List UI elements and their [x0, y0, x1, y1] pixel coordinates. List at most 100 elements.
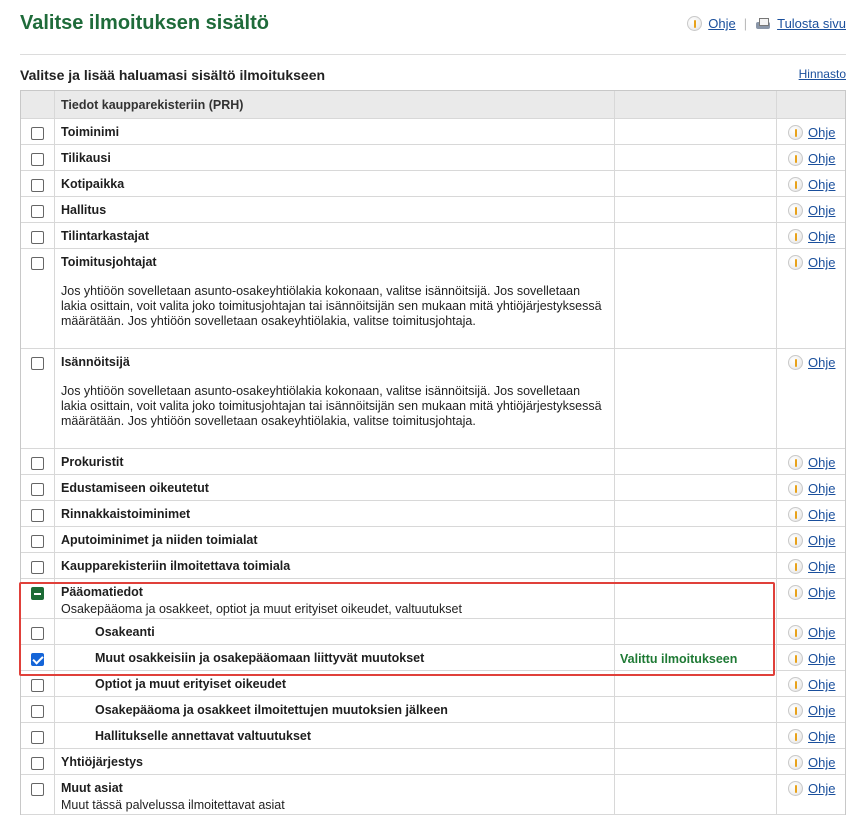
checkbox-cell — [21, 775, 55, 814]
help-link[interactable]: Ohje — [808, 255, 835, 270]
status-cell — [615, 475, 777, 500]
content-checkbox[interactable] — [31, 731, 44, 744]
info-icon — [788, 455, 803, 470]
table-row: Rinnakkaistoiminimet Ohje — [21, 501, 845, 527]
item-label: Rinnakkaistoiminimet — [61, 507, 191, 521]
printer-icon — [755, 17, 771, 31]
print-page-link[interactable]: Tulosta sivu — [777, 16, 846, 31]
help-cell: Ohje — [777, 579, 845, 618]
content-checkbox[interactable] — [31, 783, 44, 796]
help-link[interactable]: Ohje — [808, 559, 835, 574]
help-cell: Ohje — [777, 697, 845, 722]
help-link[interactable]: Ohje — [808, 533, 835, 548]
item-description: Jos yhtiöön sovelletaan asunto-osakeyhti… — [61, 284, 602, 328]
item-description: Osakepääoma ja osakkeet, optiot ja muut … — [61, 602, 462, 616]
help-link[interactable]: Ohje — [808, 177, 835, 192]
item-cell: Hallitus — [55, 197, 615, 222]
help-cell: Ohje — [777, 775, 845, 814]
item-cell: Kaupparekisteriin ilmoitettava toimiala — [55, 553, 615, 578]
item-label: Toimitusjohtajat — [61, 255, 157, 269]
info-icon — [788, 229, 803, 244]
help-link[interactable]: Ohje — [808, 729, 835, 744]
item-cell: Toiminimi — [55, 119, 615, 144]
content-checkbox[interactable] — [31, 561, 44, 574]
table-row: Hallitukselle annettavat valtuutukset Ohj… — [21, 723, 845, 749]
info-icon — [788, 729, 803, 744]
content-checkbox[interactable] — [31, 679, 44, 692]
checkbox-cell — [21, 619, 55, 644]
status-cell: Valittu ilmoitukseen — [615, 645, 777, 670]
status-cell — [615, 249, 777, 348]
status-cell — [615, 619, 777, 644]
header-help-link[interactable]: Ohje — [708, 16, 735, 31]
status-cell — [615, 527, 777, 552]
content-checkbox[interactable] — [31, 653, 44, 666]
content-checkbox[interactable] — [31, 205, 44, 218]
content-checkbox[interactable] — [31, 705, 44, 718]
table-row: Osakeanti Ohje — [21, 619, 845, 645]
item-cell: Pääomatiedot Osakepääoma ja osakkeet, opt… — [55, 579, 615, 618]
table-row: Isännöitsijä Jos yhtiöön sovelletaan asun… — [21, 349, 845, 449]
content-checkbox[interactable] — [31, 231, 44, 244]
checkbox-cell — [21, 145, 55, 170]
content-checkbox[interactable] — [31, 179, 44, 192]
item-cell: Optiot ja muut erityiset oikeudet — [55, 671, 615, 696]
help-link[interactable]: Ohje — [808, 703, 835, 718]
help-link[interactable]: Ohje — [808, 781, 835, 796]
help-link[interactable]: Ohje — [808, 507, 835, 522]
help-cell: Ohje — [777, 553, 845, 578]
content-checkbox[interactable] — [31, 535, 44, 548]
pricing-link[interactable]: Hinnasto — [799, 67, 846, 81]
item-label: Yhtiöjärjestys — [61, 755, 143, 769]
help-cell: Ohje — [777, 619, 845, 644]
header-print: Tulosta sivu — [755, 16, 846, 31]
content-checkbox[interactable] — [31, 357, 44, 370]
content-checkbox[interactable] — [31, 587, 44, 600]
section-title: Valitse ja lisää haluamasi sisältö ilmoi… — [20, 67, 326, 83]
checkbox-cell — [21, 501, 55, 526]
help-link[interactable]: Ohje — [808, 455, 835, 470]
help-link[interactable]: Ohje — [808, 677, 835, 692]
help-link[interactable]: Ohje — [808, 755, 835, 770]
content-checkbox[interactable] — [31, 257, 44, 270]
help-link[interactable]: Ohje — [808, 151, 835, 166]
checkbox-cell — [21, 579, 55, 618]
checkbox-cell — [21, 449, 55, 474]
page-header: Valitse ilmoituksen sisältö Ohje | Tulos… — [20, 12, 846, 42]
content-checkbox[interactable] — [31, 483, 44, 496]
item-label: Toiminimi — [61, 125, 120, 139]
checkbox-cell — [21, 723, 55, 748]
item-cell: Tilintarkastajat — [55, 223, 615, 248]
info-icon — [788, 703, 803, 718]
status-cell — [615, 697, 777, 722]
content-checkbox[interactable] — [31, 509, 44, 522]
help-link[interactable]: Ohje — [808, 481, 835, 496]
help-link[interactable]: Ohje — [808, 355, 835, 370]
help-link[interactable]: Ohje — [808, 125, 835, 140]
status-cell — [615, 171, 777, 196]
content-checkbox[interactable] — [31, 627, 44, 640]
item-cell: Prokuristit — [55, 449, 615, 474]
help-link[interactable]: Ohje — [808, 585, 835, 600]
page-title: Valitse ilmoituksen sisältö — [20, 12, 269, 34]
content-checkbox[interactable] — [31, 153, 44, 166]
item-label: Osakepääoma ja osakkeet ilmoitettujen mu… — [95, 703, 448, 717]
item-label: Edustamiseen oikeutetut — [61, 481, 209, 495]
help-cell: Ohje — [777, 197, 845, 222]
content-checkbox[interactable] — [31, 457, 44, 470]
content-checkbox[interactable] — [31, 127, 44, 140]
help-link[interactable]: Ohje — [808, 203, 835, 218]
item-cell: Osakepääoma ja osakkeet ilmoitettujen mu… — [55, 697, 615, 722]
info-icon — [788, 151, 803, 166]
help-link[interactable]: Ohje — [808, 229, 835, 244]
checkbox-cell — [21, 223, 55, 248]
info-icon — [788, 533, 803, 548]
status-cell — [615, 579, 777, 618]
help-link[interactable]: Ohje — [808, 625, 835, 640]
item-label: Osakeanti — [95, 625, 155, 639]
item-label: Prokuristit — [61, 455, 124, 469]
content-checkbox[interactable] — [31, 757, 44, 770]
help-cell: Ohje — [777, 501, 845, 526]
help-link[interactable]: Ohje — [808, 651, 835, 666]
status-cell — [615, 553, 777, 578]
